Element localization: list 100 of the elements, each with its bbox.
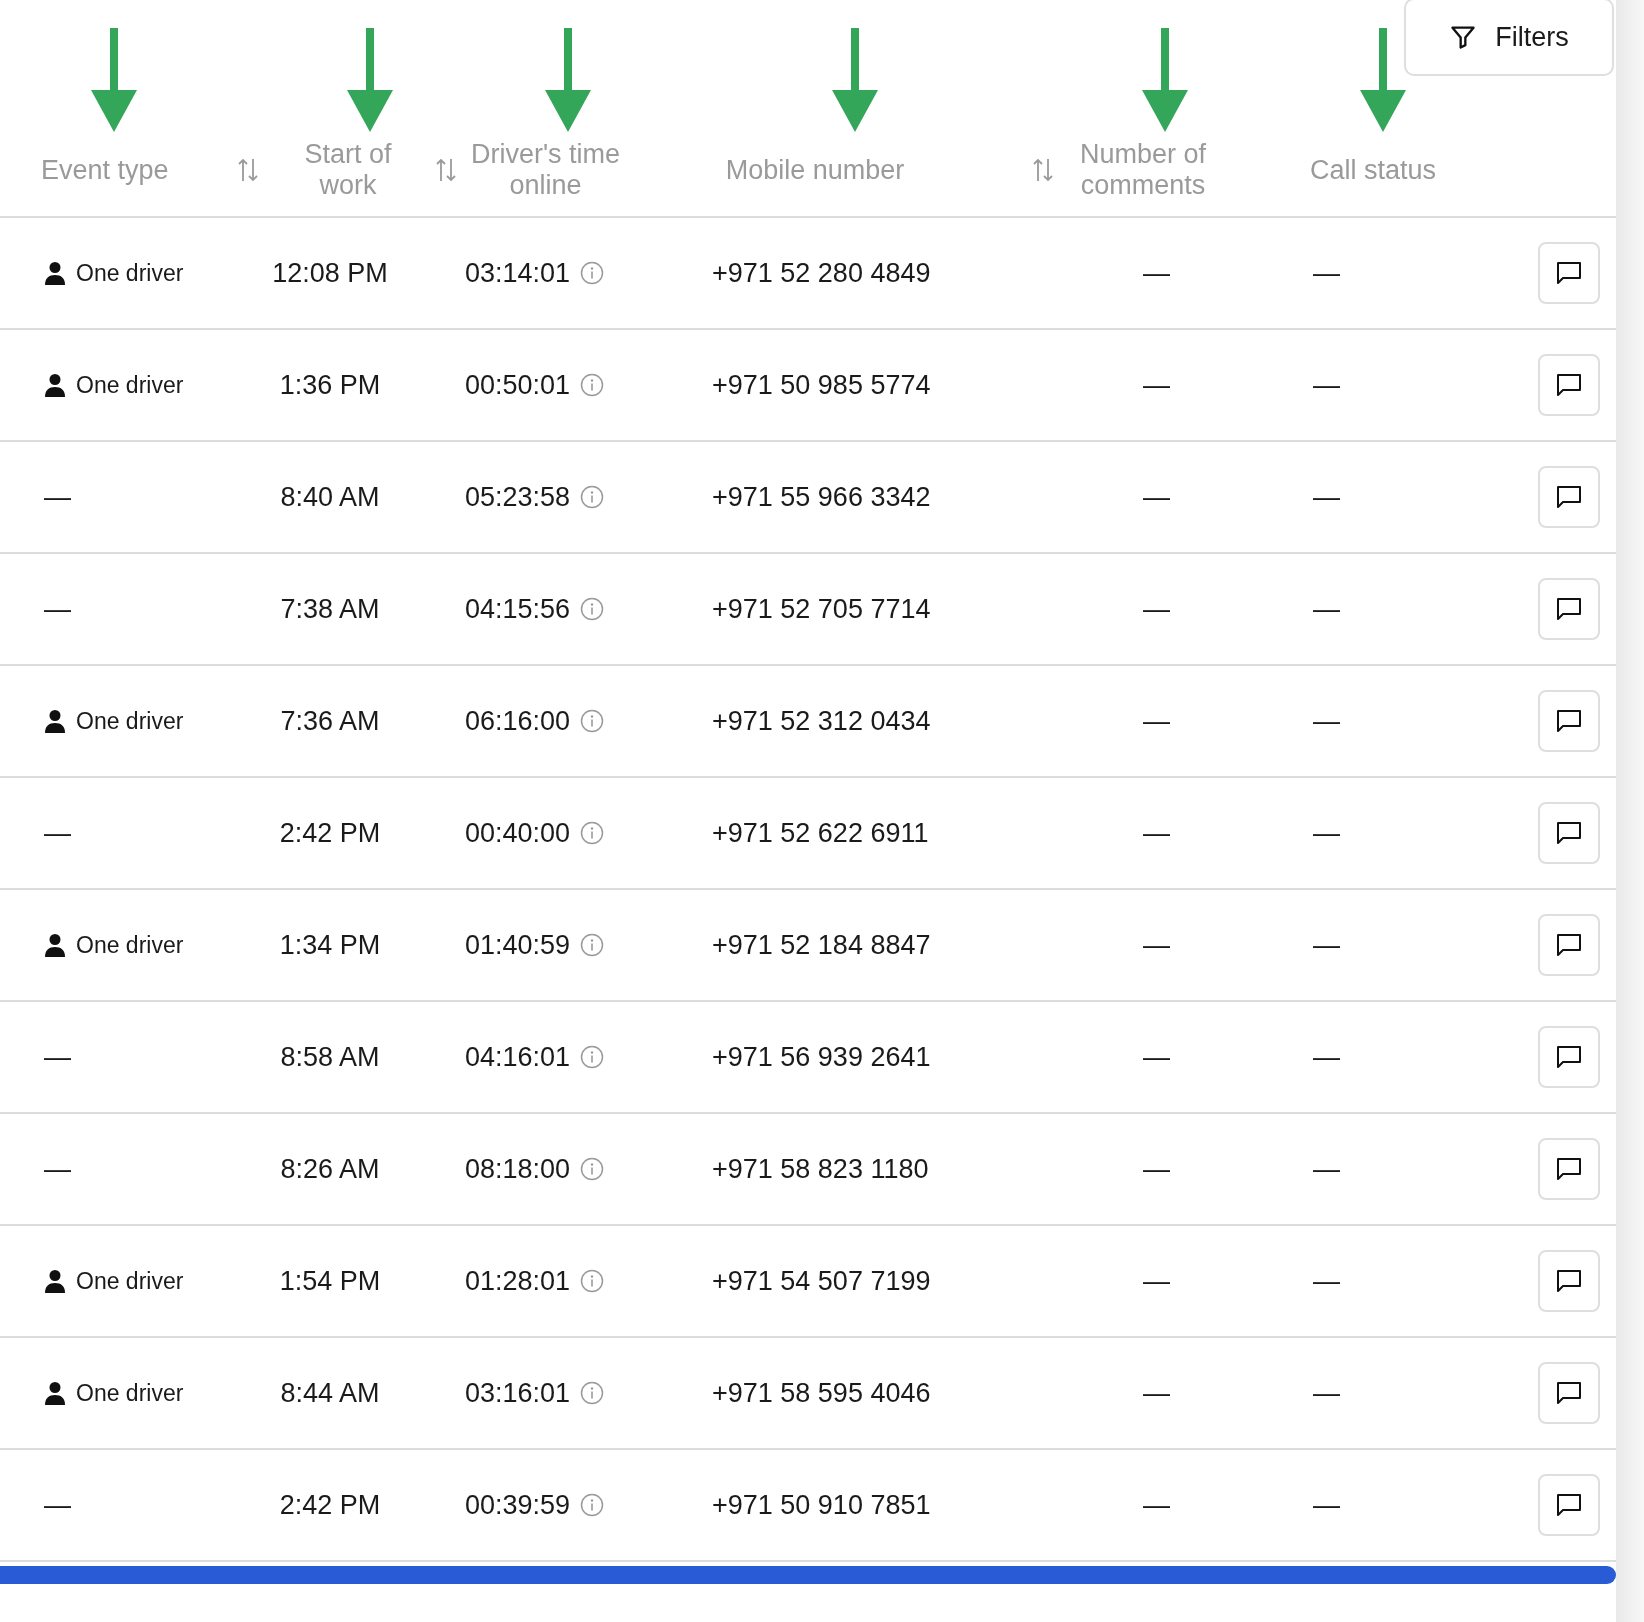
call-status: — [1313, 593, 1340, 625]
call-status: — [1313, 257, 1340, 289]
event-type: One driver [76, 931, 184, 959]
speech-bubble-icon [1555, 484, 1583, 510]
filters-button[interactable]: Filters [1404, 0, 1614, 76]
event-type: — [44, 481, 71, 513]
speech-bubble-icon [1555, 1156, 1583, 1182]
comment-count: — [1143, 817, 1170, 849]
sort-icon[interactable] [434, 157, 457, 183]
start-time: 8:26 AM [280, 1153, 380, 1185]
info-icon[interactable] [580, 1269, 605, 1293]
speech-bubble-icon [1555, 596, 1583, 622]
call-status: — [1313, 705, 1340, 737]
info-icon[interactable] [580, 709, 605, 733]
mobile-number: +971 52 184 8847 [712, 929, 931, 961]
time-online: 01:28:01 [465, 1265, 571, 1297]
start-time: 2:42 PM [279, 1489, 381, 1521]
mobile-number: +971 50 985 5774 [712, 369, 931, 401]
comment-button[interactable] [1538, 578, 1600, 640]
comment-button[interactable] [1538, 242, 1600, 304]
event-type: One driver [76, 1267, 184, 1295]
info-icon[interactable] [580, 821, 605, 845]
call-status: — [1313, 1265, 1340, 1297]
info-icon[interactable] [580, 597, 605, 621]
speech-bubble-icon [1555, 1268, 1583, 1294]
column-header[interactable]: Event type [41, 154, 169, 186]
time-online: 03:16:01 [465, 1377, 571, 1409]
comment-button[interactable] [1538, 914, 1600, 976]
comment-count: — [1143, 1153, 1170, 1185]
call-status: — [1313, 929, 1340, 961]
comment-button[interactable] [1538, 690, 1600, 752]
event-type: — [44, 1489, 71, 1521]
info-icon[interactable] [580, 1381, 605, 1405]
info-icon[interactable] [580, 373, 605, 397]
mobile-number: +971 52 312 0434 [712, 705, 931, 737]
info-icon[interactable] [580, 485, 605, 509]
time-online: 01:40:59 [465, 929, 571, 961]
start-time: 7:36 AM [280, 705, 380, 737]
speech-bubble-icon [1555, 708, 1583, 734]
call-status: — [1313, 1377, 1340, 1409]
comment-count: — [1143, 1265, 1170, 1297]
start-time: 8:58 AM [280, 1041, 380, 1073]
call-status: — [1313, 817, 1340, 849]
column-header[interactable]: Call status [1310, 154, 1437, 186]
comment-button[interactable] [1538, 466, 1600, 528]
event-type: — [44, 1153, 71, 1185]
info-icon[interactable] [580, 1045, 605, 1069]
mobile-number: +971 58 595 4046 [712, 1377, 931, 1409]
speech-bubble-icon [1555, 260, 1583, 286]
start-time: 2:42 PM [279, 817, 381, 849]
comment-count: — [1143, 929, 1170, 961]
event-type: One driver [76, 707, 184, 735]
start-time: 1:54 PM [279, 1265, 381, 1297]
mobile-number: +971 54 507 7199 [712, 1265, 931, 1297]
sort-icon[interactable] [1032, 157, 1054, 183]
start-time: 1:36 PM [279, 369, 381, 401]
comment-button[interactable] [1538, 1362, 1600, 1424]
speech-bubble-icon [1555, 1492, 1583, 1518]
comment-button[interactable] [1538, 802, 1600, 864]
speech-bubble-icon [1555, 372, 1583, 398]
comment-button[interactable] [1538, 1026, 1600, 1088]
time-online: 00:39:59 [465, 1489, 571, 1521]
info-icon[interactable] [580, 1157, 605, 1181]
time-online: 03:14:01 [465, 257, 571, 289]
horizontal-scrollbar[interactable] [0, 1566, 1616, 1584]
time-online: 00:50:01 [465, 369, 571, 401]
info-icon[interactable] [580, 1493, 605, 1517]
time-online: 08:18:00 [465, 1153, 571, 1185]
call-status: — [1313, 1489, 1340, 1521]
mobile-number: +971 50 910 7851 [712, 1489, 931, 1521]
comment-button[interactable] [1538, 1250, 1600, 1312]
event-type: One driver [76, 259, 184, 287]
speech-bubble-icon [1555, 1380, 1583, 1406]
comment-button[interactable] [1538, 1474, 1600, 1536]
time-online: 04:16:01 [465, 1041, 571, 1073]
mobile-number: +971 52 705 7714 [712, 593, 931, 625]
call-status: — [1313, 369, 1340, 401]
info-icon[interactable] [580, 261, 605, 285]
comment-count: — [1143, 1377, 1170, 1409]
event-type: — [44, 593, 71, 625]
comment-count: — [1143, 1041, 1170, 1073]
sort-icon[interactable] [237, 157, 259, 183]
column-header[interactable]: Number of comments [1068, 139, 1218, 201]
call-status: — [1313, 481, 1340, 513]
column-header[interactable]: Start of work [273, 139, 423, 201]
mobile-number: +971 56 939 2641 [712, 1041, 931, 1073]
mobile-number: +971 52 280 4849 [712, 257, 931, 289]
call-status: — [1313, 1041, 1340, 1073]
column-header[interactable]: Driver's time online [470, 139, 621, 201]
start-time: 1:34 PM [279, 929, 381, 961]
speech-bubble-icon [1555, 1044, 1583, 1070]
call-status: — [1313, 1153, 1340, 1185]
info-icon[interactable] [580, 933, 605, 957]
comment-button[interactable] [1538, 1138, 1600, 1200]
comment-count: — [1143, 593, 1170, 625]
comment-button[interactable] [1538, 354, 1600, 416]
comment-count: — [1143, 481, 1170, 513]
mobile-number: +971 52 622 6911 [712, 817, 929, 849]
event-type: — [44, 817, 71, 849]
column-header[interactable]: Mobile number [725, 154, 905, 186]
